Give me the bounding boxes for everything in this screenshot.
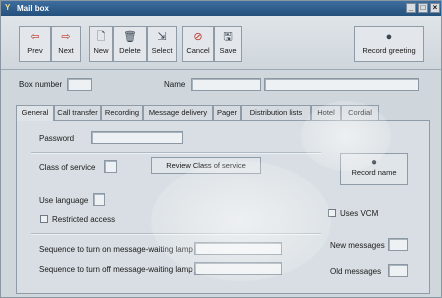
- toolbar: ⇦ Prev ⇨ Next 🗋 New 🗑 Delete ⇲ Select ⊘ …: [1, 16, 441, 70]
- mailbox-window: Y Mail box _ □ × ⇦ Prev ⇨ Next 🗋 New 🗑 D…: [0, 0, 442, 298]
- general-panel: Password Class of service Review Class o…: [16, 120, 430, 294]
- tab-general[interactable]: General: [16, 105, 54, 121]
- next-label: Next: [58, 46, 74, 55]
- prev-button[interactable]: ⇦ Prev: [19, 26, 51, 62]
- select-button[interactable]: ⇲ Select: [147, 26, 177, 62]
- restricted-access-checkbox[interactable]: [40, 215, 48, 223]
- window-title: Mail box: [17, 4, 50, 13]
- tab-call-transfer[interactable]: Call transfer: [54, 105, 101, 120]
- record-greeting-button[interactable]: ● Record greeting: [354, 26, 424, 62]
- minimize-button[interactable]: _: [406, 3, 416, 13]
- record-icon: ●: [385, 31, 393, 43]
- cancel-button[interactable]: ⊘ Cancel: [182, 26, 214, 62]
- cancel-icon: ⊘: [193, 31, 203, 43]
- arrow-right-icon: ⇨: [61, 31, 71, 43]
- new-messages-field[interactable]: [388, 238, 408, 251]
- arrow-left-icon: ⇦: [30, 31, 40, 43]
- password-label: Password: [39, 134, 75, 143]
- box-number-field[interactable]: [67, 78, 92, 91]
- use-language-field[interactable]: [93, 193, 105, 206]
- uses-vcm-label: Uses VCM: [340, 209, 379, 218]
- class-of-service-label: Class of service: [39, 163, 96, 172]
- record-name-button[interactable]: ● Record name: [340, 153, 408, 185]
- tab-pager[interactable]: Pager: [213, 105, 241, 120]
- tab-bar: General Call transfer Recording Message …: [16, 105, 396, 121]
- delete-label: Delete: [119, 46, 141, 55]
- maximize-button[interactable]: □: [418, 3, 428, 13]
- new-button[interactable]: 🗋 New: [89, 26, 113, 62]
- new-document-icon: 🗋: [96, 31, 106, 43]
- title-bar[interactable]: Y Mail box _ □ ×: [1, 1, 441, 16]
- prev-label: Prev: [27, 46, 43, 55]
- save-icon: 🖫: [223, 31, 233, 43]
- tab-recording[interactable]: Recording: [101, 105, 143, 120]
- box-number-label: Box number: [19, 80, 63, 89]
- record-name-label: Record name: [351, 168, 397, 177]
- lamp-on-field[interactable]: [194, 242, 282, 255]
- use-language-label: Use language: [39, 196, 89, 205]
- name-label: Name: [164, 80, 186, 89]
- tab-distribution-lists[interactable]: Distribution lists: [241, 105, 311, 120]
- lamp-off-label: Sequence to turn off message-waiting lam…: [39, 265, 193, 274]
- new-messages-label: New messages: [330, 241, 385, 250]
- old-messages-label: Old messages: [330, 267, 382, 276]
- tab-cordial[interactable]: Cordial: [341, 105, 379, 120]
- cancel-label: Cancel: [186, 46, 210, 55]
- old-messages-field[interactable]: [388, 264, 408, 277]
- divider: [31, 233, 321, 235]
- restricted-access-label: Restricted access: [52, 215, 116, 224]
- new-label: New: [93, 46, 109, 55]
- record-greeting-label: Record greeting: [362, 46, 416, 55]
- close-button[interactable]: ×: [430, 3, 440, 13]
- review-class-of-service-button[interactable]: Review Class of service: [151, 157, 261, 174]
- select-icon: ⇲: [157, 31, 167, 43]
- app-icon: Y: [5, 3, 11, 12]
- trash-icon: 🗑: [123, 31, 137, 43]
- lamp-on-label: Sequence to turn on message-waiting lamp: [39, 245, 193, 254]
- save-button[interactable]: 🖫 Save: [214, 26, 242, 62]
- last-name-field[interactable]: [264, 78, 419, 91]
- next-button[interactable]: ⇨ Next: [51, 26, 81, 62]
- tab-message-delivery[interactable]: Message delivery: [143, 105, 213, 120]
- class-of-service-field[interactable]: [104, 160, 117, 173]
- delete-button[interactable]: 🗑 Delete: [113, 26, 147, 62]
- first-name-field[interactable]: [191, 78, 261, 91]
- password-field[interactable]: [91, 131, 183, 144]
- tab-hotel[interactable]: Hotel: [311, 105, 341, 120]
- select-label: Select: [151, 46, 173, 55]
- divider: [31, 152, 321, 154]
- record-icon: ●: [370, 157, 378, 168]
- uses-vcm-checkbox[interactable]: [328, 209, 336, 217]
- lamp-off-field[interactable]: [194, 262, 282, 275]
- save-label: Save: [219, 46, 237, 55]
